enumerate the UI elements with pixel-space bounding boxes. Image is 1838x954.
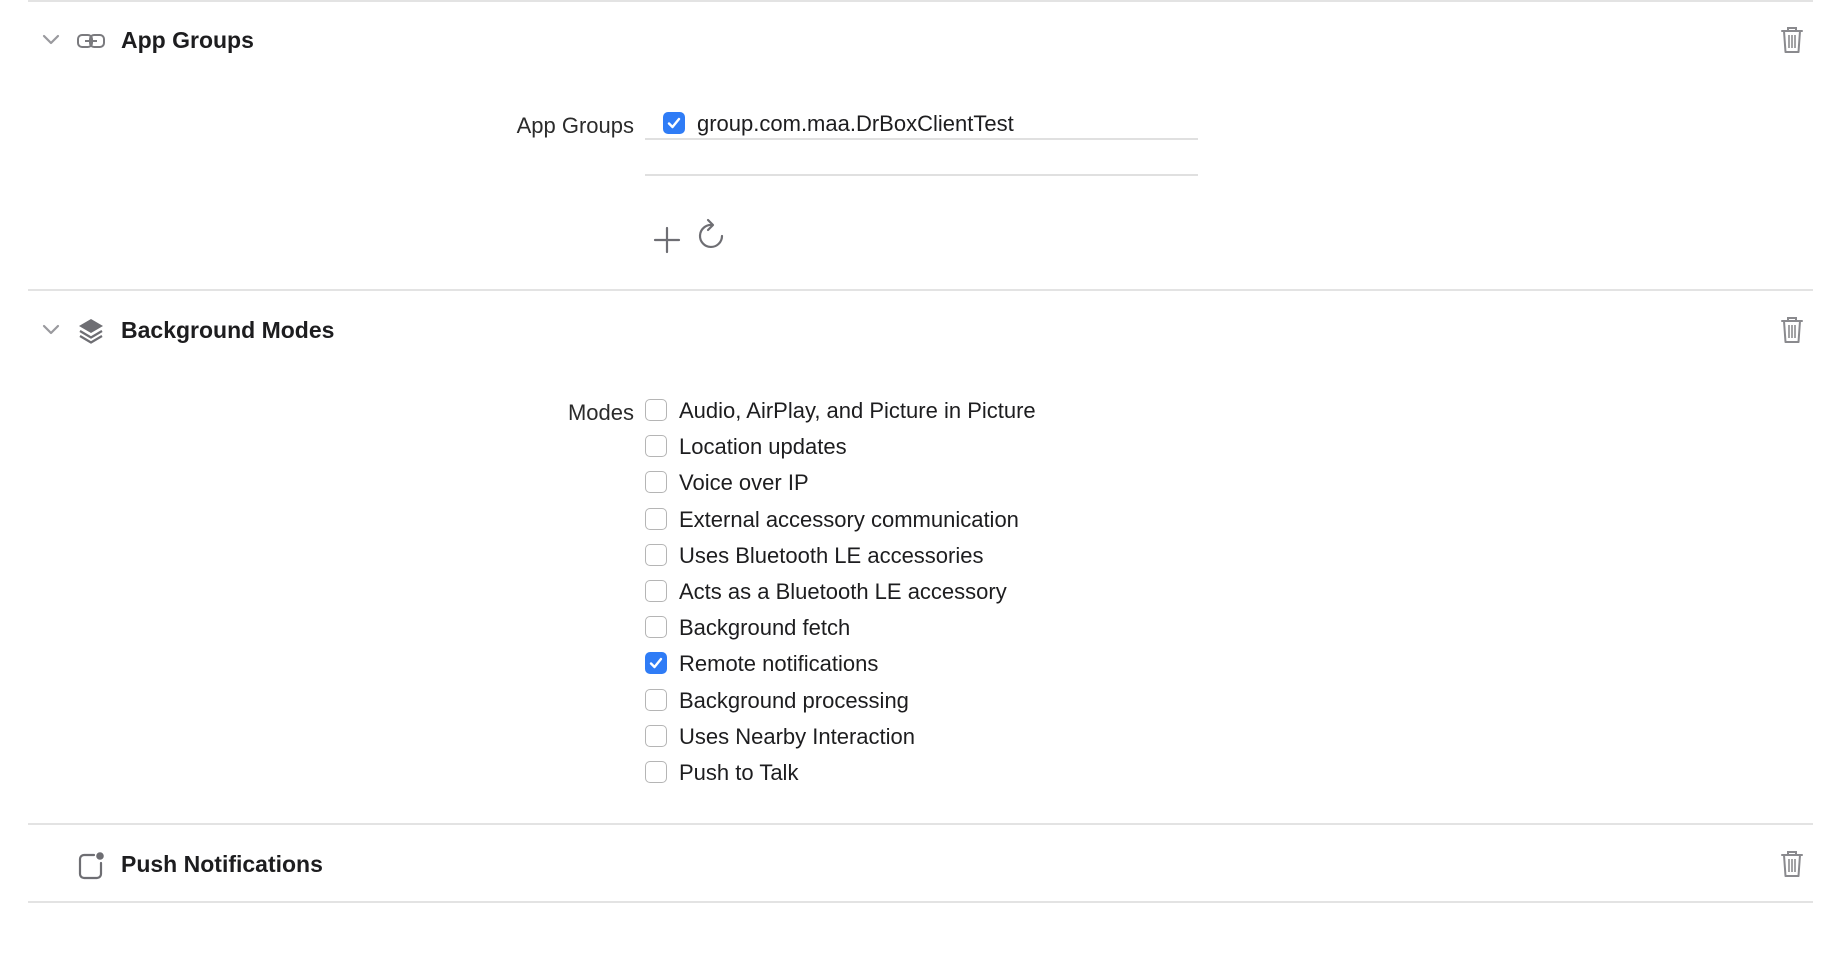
mode-label: Acts as a Bluetooth LE accessory bbox=[679, 579, 1007, 604]
chevron-down-icon[interactable] bbox=[40, 30, 62, 50]
mode-label: Audio, AirPlay, and Picture in Picture bbox=[679, 398, 1036, 423]
mode-label: Background processing bbox=[679, 688, 909, 713]
refresh-icon[interactable] bbox=[696, 218, 728, 252]
background-modes-title: Background Modes bbox=[121, 317, 335, 343]
checkmark-icon bbox=[667, 117, 681, 129]
mode-label: Uses Bluetooth LE accessories bbox=[679, 543, 984, 568]
push-notifications-header: Push Notifications bbox=[0, 844, 1838, 884]
app-groups-header: App Groups bbox=[0, 20, 1838, 60]
top-divider bbox=[28, 0, 1813, 2]
mode-label: Background fetch bbox=[679, 615, 851, 640]
mode-checkbox[interactable] bbox=[645, 761, 667, 783]
background-modes-divider bbox=[28, 823, 1813, 825]
capabilities-page: App Groups App Groups group.com.maa.DrBo… bbox=[0, 0, 1838, 954]
mode-checkbox[interactable] bbox=[645, 544, 667, 566]
mode-label: External accessory communication bbox=[679, 507, 1019, 532]
push-notifications-title: Push Notifications bbox=[121, 851, 323, 877]
push-notifications-divider bbox=[28, 901, 1813, 903]
mode-label: Location updates bbox=[679, 434, 847, 459]
modes-field-label: Modes bbox=[567, 400, 634, 425]
background-modes-header: Background Modes bbox=[0, 310, 1838, 350]
mode-label: Uses Nearby Interaction bbox=[679, 724, 915, 749]
background-modes-delete-icon[interactable] bbox=[1779, 315, 1805, 345]
mode-label: Remote notifications bbox=[679, 651, 879, 676]
app-groups-divider bbox=[28, 289, 1813, 291]
mode-checkbox[interactable] bbox=[645, 435, 667, 457]
app-groups-field-label: App Groups bbox=[516, 113, 634, 138]
checkmark-icon bbox=[649, 657, 663, 669]
link-icon bbox=[77, 34, 105, 48]
app-groups-delete-icon[interactable] bbox=[1779, 25, 1805, 55]
mode-checkbox[interactable] bbox=[645, 399, 667, 421]
mode-checkbox[interactable] bbox=[645, 725, 667, 747]
add-icon[interactable] bbox=[651, 222, 683, 256]
push-notifications-delete-icon[interactable] bbox=[1779, 849, 1805, 879]
app-groups-list-bottom bbox=[645, 174, 1198, 176]
app-group-name: group.com.maa.DrBoxClientTest bbox=[697, 111, 1014, 136]
mode-checkbox[interactable] bbox=[645, 689, 667, 711]
app-group-checkbox[interactable] bbox=[663, 112, 685, 134]
layers-icon bbox=[79, 319, 103, 344]
app-groups-title: App Groups bbox=[121, 27, 254, 53]
mode-checkbox[interactable] bbox=[645, 652, 667, 674]
mode-checkbox[interactable] bbox=[645, 471, 667, 493]
mode-checkbox[interactable] bbox=[645, 580, 667, 602]
mode-checkbox[interactable] bbox=[645, 616, 667, 638]
chevron-down-icon[interactable] bbox=[40, 320, 62, 340]
notification-badge-icon bbox=[78, 852, 104, 880]
mode-label: Push to Talk bbox=[679, 760, 799, 785]
mode-checkbox[interactable] bbox=[645, 508, 667, 530]
mode-label: Voice over IP bbox=[679, 470, 809, 495]
app-groups-list-separator bbox=[645, 138, 1198, 140]
